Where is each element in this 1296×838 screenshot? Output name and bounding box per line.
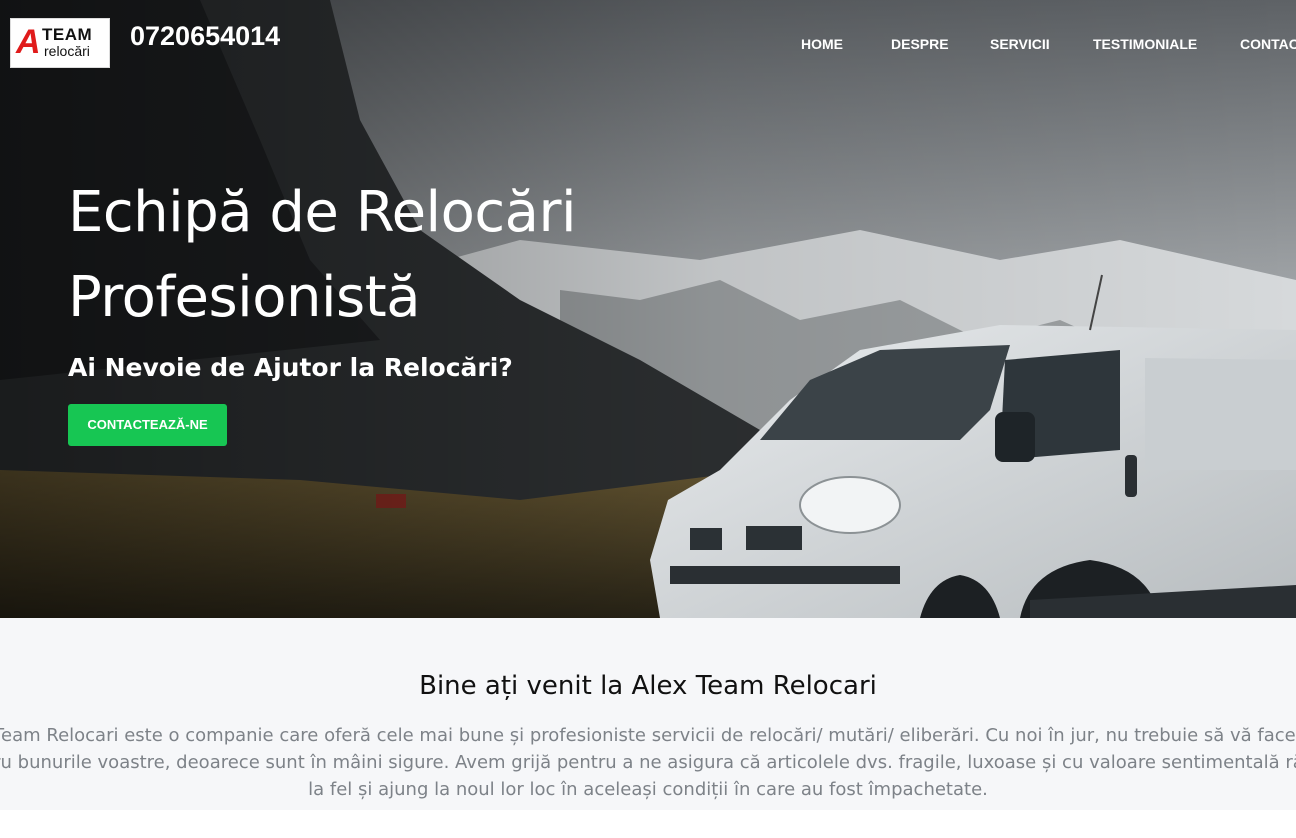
nav-testimoniale[interactable]: TESTIMONIALE (1093, 35, 1197, 53)
hero-title-line1: Echipă de Relocări (68, 180, 577, 245)
nav-home[interactable]: HOME (801, 35, 843, 53)
hero-title: Echipă de Relocări Profesionistă (68, 170, 688, 340)
main-nav: HOME DESPRE SERVICII TESTIMONIALE CONTAC… (0, 35, 1296, 55)
about-section: Bine ați venit la Alex Team Relocari Ale… (0, 618, 1296, 810)
nav-servicii[interactable]: SERVICII (990, 35, 1050, 53)
about-text: Alex Team Relocari este o companie care … (0, 725, 1296, 800)
hero-section: A TEAM relocări 0720654014 HOME DESPRE S… (0, 0, 1296, 618)
nav-contact[interactable]: CONTACT (1240, 35, 1296, 53)
hero-title-line2: Profesionistă (68, 265, 421, 330)
page-continuation (0, 810, 1296, 838)
hero-subtitle: Ai Nevoie de Ajutor la Relocări? (68, 353, 513, 382)
nav-despre[interactable]: DESPRE (891, 35, 949, 53)
about-title: Bine ați venit la Alex Team Relocari (419, 671, 877, 701)
contact-us-button[interactable]: CONTACTEAZĂ-NE (68, 404, 227, 446)
